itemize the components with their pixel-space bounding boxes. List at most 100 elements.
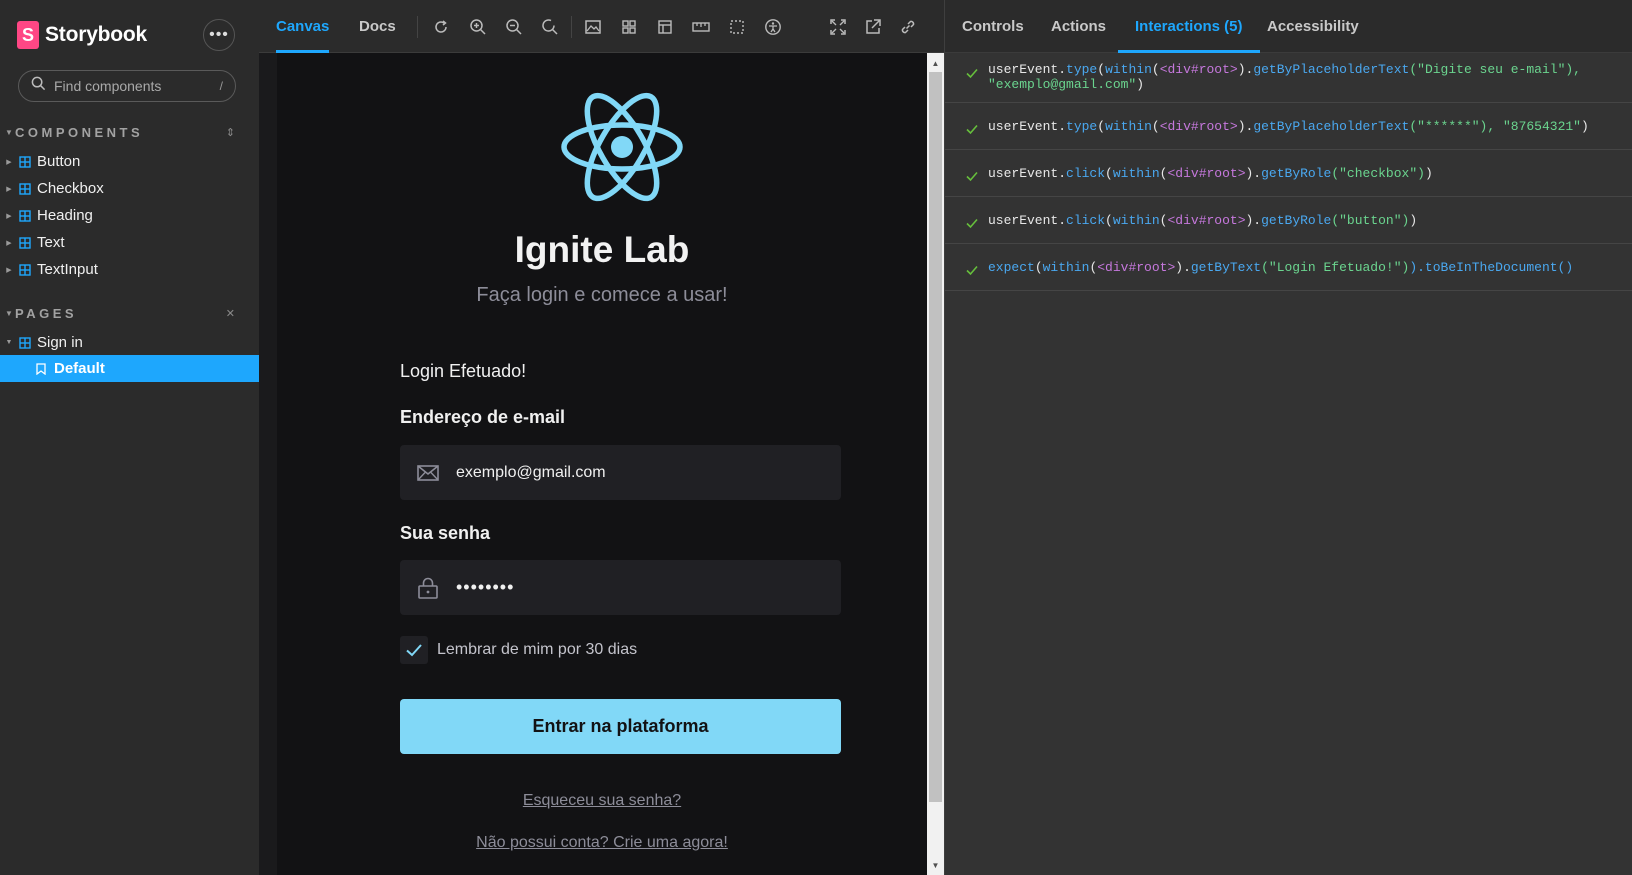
zoom-in-icon[interactable] — [469, 18, 487, 36]
signup-link: Não possui conta? Crie uma agora! — [277, 834, 927, 852]
step-args: ("checkbox") — [1331, 166, 1425, 181]
check-icon — [966, 265, 978, 276]
background-icon[interactable] — [584, 18, 602, 36]
tab-label: Controls — [962, 18, 1024, 35]
tab-interactions[interactable]: Interactions (5) — [1118, 0, 1260, 53]
step-element: <div#root> — [1167, 166, 1246, 181]
step-element: <div#root> — [1097, 260, 1176, 275]
react-logo-icon — [561, 92, 683, 202]
step-query: getByText — [1190, 260, 1262, 275]
sidebar-story-default[interactable]: Default — [0, 355, 259, 382]
search-input[interactable]: Find components / — [18, 70, 236, 102]
interaction-step[interactable]: userEvent.type(within(<div#root>).getByP… — [945, 53, 1632, 103]
sidebar-item-label: Button — [37, 153, 81, 170]
canvas-gutter — [259, 53, 277, 875]
sidebar-item-sign-in[interactable]: ▼ Sign in — [0, 329, 259, 356]
step-method: click — [1066, 166, 1106, 181]
outline-icon[interactable] — [728, 18, 746, 36]
remember-label[interactable]: Lembrar de mim por 30 dias — [437, 641, 637, 659]
group-components[interactable]: ▼ COMPONENTS ⇕ — [5, 124, 235, 140]
step-within: within — [1105, 119, 1152, 134]
tab-label: Actions — [1051, 18, 1107, 35]
tab-label: Canvas — [276, 18, 330, 35]
step-method: click — [1066, 213, 1106, 228]
scrollbar-thumb[interactable] — [929, 72, 942, 802]
interaction-step[interactable]: userEvent.click(within(<div#root>).getBy… — [945, 150, 1632, 197]
group-pages[interactable]: ▼ PAGES ✕ — [5, 305, 235, 321]
scroll-down-icon[interactable]: ▼ — [927, 857, 944, 873]
signup-link-text[interactable]: Não possui conta? Crie uma agora! — [476, 834, 728, 851]
interaction-step[interactable]: userEvent.click(within(<div#root>).getBy… — [945, 197, 1632, 244]
tab-accessibility[interactable]: Accessibility — [1250, 0, 1376, 53]
reload-icon[interactable] — [432, 18, 450, 36]
remember-me-row: Lembrar de mim por 30 dias — [400, 636, 637, 664]
search-placeholder: Find components — [54, 78, 162, 94]
sidebar-item-label: Checkbox — [37, 180, 104, 197]
component-icon — [19, 155, 31, 168]
step-method: type — [1066, 119, 1098, 134]
step-method: type — [1066, 62, 1098, 77]
zoom-reset-icon[interactable] — [541, 18, 559, 36]
step-extra: "87654321" — [1502, 119, 1581, 134]
email-field[interactable]: exemplo@gmail.com — [400, 445, 841, 500]
component-icon — [19, 236, 31, 249]
forgot-password-link: Esqueceu sua senha? — [277, 792, 927, 810]
step-within: within — [1105, 62, 1152, 77]
step-close: ) — [1409, 213, 1418, 228]
step-subject: expect — [988, 260, 1035, 275]
step-args: ("button") — [1331, 213, 1410, 228]
step-args: ("Login Efetuado!") — [1261, 260, 1410, 275]
measure-icon[interactable] — [692, 18, 710, 36]
zoom-out-icon[interactable] — [505, 18, 523, 36]
addon-panel: Controls Actions Interactions (5) Access… — [944, 0, 1632, 875]
step-close: ) — [1136, 77, 1145, 92]
step-args: ("******"), — [1409, 119, 1503, 134]
sidebar-item-text[interactable]: ▶ Text — [0, 229, 259, 256]
expand-all-icon[interactable]: ⇕ — [226, 126, 235, 139]
interaction-step[interactable]: userEvent.type(within(<div#root>).getByP… — [945, 103, 1632, 150]
sidebar-item-heading[interactable]: ▶ Heading — [0, 202, 259, 229]
collapse-all-icon[interactable]: ✕ — [226, 307, 235, 320]
viewport-icon[interactable] — [656, 18, 674, 36]
password-value: •••••••• — [456, 577, 515, 597]
caret-right-icon: ▶ — [6, 212, 12, 220]
step-within: within — [1112, 166, 1160, 181]
preview-toolbar: Canvas Docs — [259, 0, 944, 53]
step-subject: userEvent — [988, 62, 1059, 77]
scroll-up-icon[interactable]: ▲ — [927, 55, 944, 71]
ellipsis-icon: ••• — [209, 26, 229, 43]
tab-actions[interactable]: Actions — [1034, 0, 1123, 53]
caret-right-icon: ▶ — [6, 266, 12, 274]
step-subject: userEvent — [988, 119, 1059, 134]
sidebar-item-textinput[interactable]: ▶ TextInput — [0, 256, 259, 283]
success-message: Login Efetuado! — [400, 361, 527, 381]
step-within: within — [1112, 213, 1160, 228]
sidebar-item-checkbox[interactable]: ▶ Checkbox — [0, 175, 259, 202]
tab-docs[interactable]: Docs — [359, 0, 396, 53]
check-icon — [966, 218, 978, 229]
component-icon — [19, 336, 31, 349]
accessibility-icon[interactable] — [764, 18, 782, 36]
fullscreen-icon[interactable] — [829, 18, 847, 36]
remember-checkbox[interactable] — [400, 636, 428, 664]
copy-link-icon[interactable] — [899, 18, 917, 36]
tab-canvas[interactable]: Canvas — [276, 0, 330, 53]
step-query: getByRole — [1261, 166, 1332, 181]
sidebar-story-label: Default — [54, 360, 105, 377]
step-query: getByPlaceholderText — [1253, 119, 1410, 134]
forgot-password-link-text[interactable]: Esqueceu sua senha? — [523, 792, 681, 809]
step-query: getByRole — [1261, 213, 1332, 228]
lock-icon — [418, 577, 438, 599]
open-new-tab-icon[interactable] — [864, 18, 882, 36]
check-icon — [966, 124, 978, 135]
password-field[interactable]: •••••••• — [400, 560, 841, 615]
sidebar-item-button[interactable]: ▶ Button — [0, 148, 259, 175]
tab-controls[interactable]: Controls — [945, 0, 1041, 53]
more-options-button[interactable]: ••• — [203, 19, 235, 51]
step-close: ) — [1424, 166, 1433, 181]
submit-button[interactable]: Entrar na plataforma — [400, 699, 841, 754]
caret-right-icon: ▶ — [6, 158, 12, 166]
storybook-logo[interactable]: S Storybook — [17, 20, 147, 50]
interaction-step[interactable]: expect(within(<div#root>).getByText("Log… — [945, 244, 1632, 291]
grid-icon[interactable] — [620, 18, 638, 36]
